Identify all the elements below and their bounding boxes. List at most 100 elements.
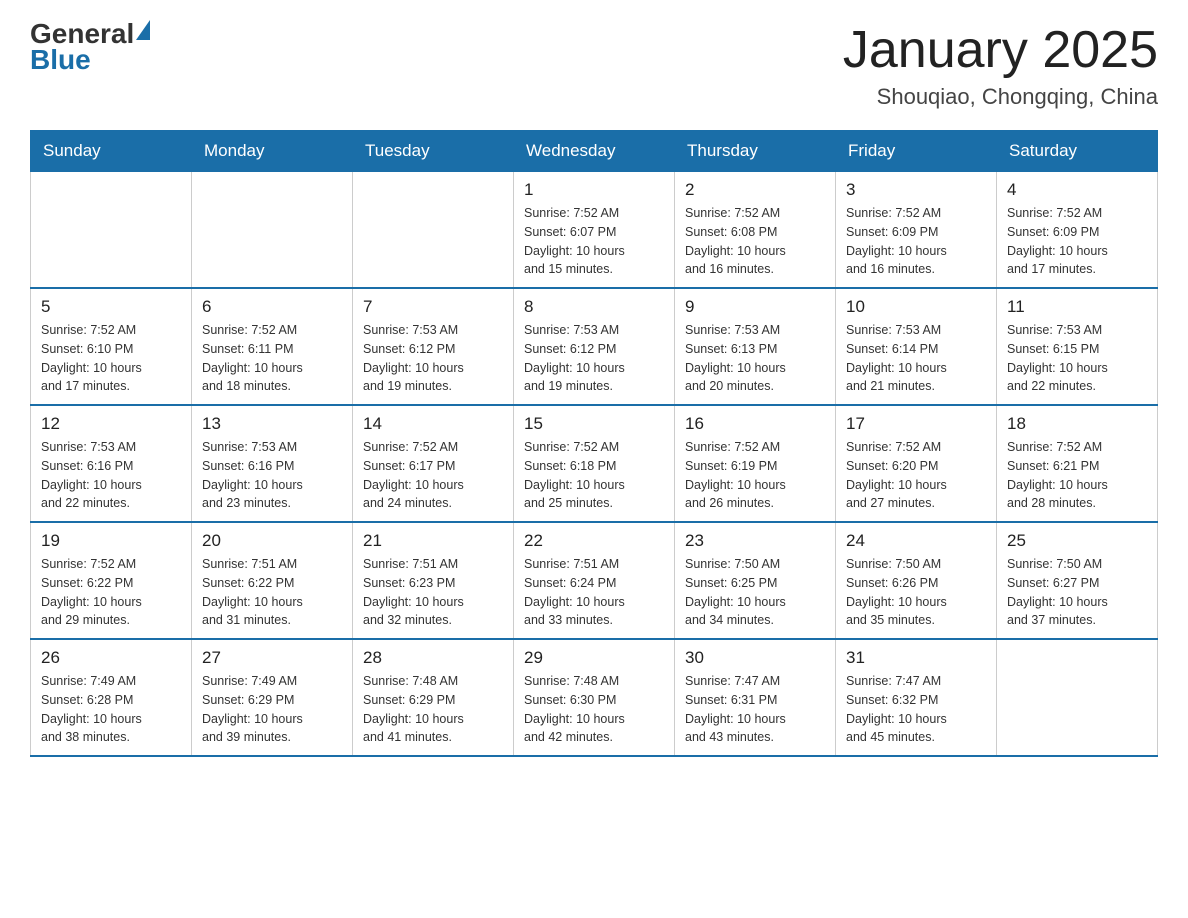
day-info: Sunrise: 7:52 AM Sunset: 6:22 PM Dayligh… — [41, 555, 181, 630]
day-info: Sunrise: 7:51 AM Sunset: 6:22 PM Dayligh… — [202, 555, 342, 630]
day-info: Sunrise: 7:52 AM Sunset: 6:09 PM Dayligh… — [1007, 204, 1147, 279]
page-header: General Blue January 2025 Shouqiao, Chon… — [30, 20, 1158, 110]
calendar-title: January 2025 — [843, 20, 1158, 80]
calendar-cell: 6 Sunrise: 7:52 AM Sunset: 6:11 PM Daylig… — [192, 288, 353, 405]
day-info: Sunrise: 7:52 AM Sunset: 6:18 PM Dayligh… — [524, 438, 664, 513]
weekday-header-friday: Friday — [836, 131, 997, 172]
day-info: Sunrise: 7:52 AM Sunset: 6:10 PM Dayligh… — [41, 321, 181, 396]
day-number: 1 — [524, 180, 664, 200]
day-info: Sunrise: 7:51 AM Sunset: 6:24 PM Dayligh… — [524, 555, 664, 630]
calendar-cell: 13Sunrise: 7:53 AM Sunset: 6:16 PM Dayli… — [192, 405, 353, 522]
day-number: 29 — [524, 648, 664, 668]
day-info: Sunrise: 7:47 AM Sunset: 6:32 PM Dayligh… — [846, 672, 986, 747]
calendar-cell: 2 Sunrise: 7:52 AM Sunset: 6:08 PM Daylig… — [675, 172, 836, 289]
calendar-cell: 3 Sunrise: 7:52 AM Sunset: 6:09 PM Daylig… — [836, 172, 997, 289]
day-info: Sunrise: 7:52 AM Sunset: 6:09 PM Dayligh… — [846, 204, 986, 279]
day-number: 11 — [1007, 297, 1147, 317]
calendar-cell: 30Sunrise: 7:47 AM Sunset: 6:31 PM Dayli… — [675, 639, 836, 756]
weekday-header-thursday: Thursday — [675, 131, 836, 172]
day-number: 3 — [846, 180, 986, 200]
day-number: 24 — [846, 531, 986, 551]
day-info: Sunrise: 7:53 AM Sunset: 6:12 PM Dayligh… — [524, 321, 664, 396]
calendar-cell: 19Sunrise: 7:52 AM Sunset: 6:22 PM Dayli… — [31, 522, 192, 639]
calendar-cell: 27 Sunrise: 7:49 AM Sunset: 6:29 PM Dayli… — [192, 639, 353, 756]
day-info: Sunrise: 7:53 AM Sunset: 6:16 PM Dayligh… — [41, 438, 181, 513]
calendar-cell: 18 Sunrise: 7:52 AM Sunset: 6:21 PM Dayli… — [997, 405, 1158, 522]
day-number: 18 — [1007, 414, 1147, 434]
calendar-cell: 14 Sunrise: 7:52 AM Sunset: 6:17 PM Dayli… — [353, 405, 514, 522]
day-info: Sunrise: 7:53 AM Sunset: 6:15 PM Dayligh… — [1007, 321, 1147, 396]
day-number: 25 — [1007, 531, 1147, 551]
calendar-cell: 11 Sunrise: 7:53 AM Sunset: 6:15 PM Dayli… — [997, 288, 1158, 405]
calendar-cell: 17 Sunrise: 7:52 AM Sunset: 6:20 PM Dayli… — [836, 405, 997, 522]
calendar-cell: 7 Sunrise: 7:53 AM Sunset: 6:12 PM Daylig… — [353, 288, 514, 405]
calendar-cell: 22 Sunrise: 7:51 AM Sunset: 6:24 PM Dayli… — [514, 522, 675, 639]
day-number: 20 — [202, 531, 342, 551]
calendar-cell: 25 Sunrise: 7:50 AM Sunset: 6:27 PM Dayli… — [997, 522, 1158, 639]
day-info: Sunrise: 7:53 AM Sunset: 6:14 PM Dayligh… — [846, 321, 986, 396]
calendar-cell: 24 Sunrise: 7:50 AM Sunset: 6:26 PM Dayli… — [836, 522, 997, 639]
day-info: Sunrise: 7:50 AM Sunset: 6:26 PM Dayligh… — [846, 555, 986, 630]
day-info: Sunrise: 7:52 AM Sunset: 6:20 PM Dayligh… — [846, 438, 986, 513]
title-block: January 2025 Shouqiao, Chongqing, China — [843, 20, 1158, 110]
day-number: 2 — [685, 180, 825, 200]
day-number: 27 — [202, 648, 342, 668]
calendar-table: SundayMondayTuesdayWednesdayThursdayFrid… — [30, 130, 1158, 757]
day-info: Sunrise: 7:53 AM Sunset: 6:12 PM Dayligh… — [363, 321, 503, 396]
day-number: 21 — [363, 531, 503, 551]
calendar-cell: 9Sunrise: 7:53 AM Sunset: 6:13 PM Daylig… — [675, 288, 836, 405]
calendar-week-row: 1 Sunrise: 7:52 AM Sunset: 6:07 PM Daylig… — [31, 172, 1158, 289]
calendar-cell: 10 Sunrise: 7:53 AM Sunset: 6:14 PM Dayli… — [836, 288, 997, 405]
day-info: Sunrise: 7:50 AM Sunset: 6:27 PM Dayligh… — [1007, 555, 1147, 630]
day-number: 14 — [363, 414, 503, 434]
calendar-subtitle: Shouqiao, Chongqing, China — [843, 84, 1158, 110]
day-number: 22 — [524, 531, 664, 551]
day-number: 30 — [685, 648, 825, 668]
day-number: 28 — [363, 648, 503, 668]
day-info: Sunrise: 7:52 AM Sunset: 6:08 PM Dayligh… — [685, 204, 825, 279]
calendar-week-row: 26Sunrise: 7:49 AM Sunset: 6:28 PM Dayli… — [31, 639, 1158, 756]
day-info: Sunrise: 7:48 AM Sunset: 6:30 PM Dayligh… — [524, 672, 664, 747]
calendar-week-row: 19Sunrise: 7:52 AM Sunset: 6:22 PM Dayli… — [31, 522, 1158, 639]
weekday-header-sunday: Sunday — [31, 131, 192, 172]
weekday-header-saturday: Saturday — [997, 131, 1158, 172]
day-number: 17 — [846, 414, 986, 434]
day-info: Sunrise: 7:52 AM Sunset: 6:19 PM Dayligh… — [685, 438, 825, 513]
day-number: 23 — [685, 531, 825, 551]
day-info: Sunrise: 7:51 AM Sunset: 6:23 PM Dayligh… — [363, 555, 503, 630]
calendar-cell: 21 Sunrise: 7:51 AM Sunset: 6:23 PM Dayli… — [353, 522, 514, 639]
day-number: 7 — [363, 297, 503, 317]
weekday-header-wednesday: Wednesday — [514, 131, 675, 172]
weekday-header-monday: Monday — [192, 131, 353, 172]
day-info: Sunrise: 7:50 AM Sunset: 6:25 PM Dayligh… — [685, 555, 825, 630]
day-info: Sunrise: 7:52 AM Sunset: 6:11 PM Dayligh… — [202, 321, 342, 396]
day-info: Sunrise: 7:49 AM Sunset: 6:29 PM Dayligh… — [202, 672, 342, 747]
calendar-week-row: 5Sunrise: 7:52 AM Sunset: 6:10 PM Daylig… — [31, 288, 1158, 405]
day-info: Sunrise: 7:52 AM Sunset: 6:21 PM Dayligh… — [1007, 438, 1147, 513]
calendar-cell: 4 Sunrise: 7:52 AM Sunset: 6:09 PM Daylig… — [997, 172, 1158, 289]
day-info: Sunrise: 7:52 AM Sunset: 6:17 PM Dayligh… — [363, 438, 503, 513]
calendar-cell: 5Sunrise: 7:52 AM Sunset: 6:10 PM Daylig… — [31, 288, 192, 405]
day-number: 4 — [1007, 180, 1147, 200]
weekday-header-row: SundayMondayTuesdayWednesdayThursdayFrid… — [31, 131, 1158, 172]
day-number: 31 — [846, 648, 986, 668]
calendar-cell: 1 Sunrise: 7:52 AM Sunset: 6:07 PM Daylig… — [514, 172, 675, 289]
day-info: Sunrise: 7:48 AM Sunset: 6:29 PM Dayligh… — [363, 672, 503, 747]
day-number: 12 — [41, 414, 181, 434]
calendar-cell: 16Sunrise: 7:52 AM Sunset: 6:19 PM Dayli… — [675, 405, 836, 522]
calendar-week-row: 12 Sunrise: 7:53 AM Sunset: 6:16 PM Dayli… — [31, 405, 1158, 522]
calendar-cell — [997, 639, 1158, 756]
day-number: 26 — [41, 648, 181, 668]
day-info: Sunrise: 7:52 AM Sunset: 6:07 PM Dayligh… — [524, 204, 664, 279]
day-info: Sunrise: 7:53 AM Sunset: 6:16 PM Dayligh… — [202, 438, 342, 513]
day-number: 10 — [846, 297, 986, 317]
calendar-cell: 15Sunrise: 7:52 AM Sunset: 6:18 PM Dayli… — [514, 405, 675, 522]
calendar-cell: 26Sunrise: 7:49 AM Sunset: 6:28 PM Dayli… — [31, 639, 192, 756]
day-info: Sunrise: 7:53 AM Sunset: 6:13 PM Dayligh… — [685, 321, 825, 396]
day-number: 8 — [524, 297, 664, 317]
calendar-cell: 28 Sunrise: 7:48 AM Sunset: 6:29 PM Dayli… — [353, 639, 514, 756]
calendar-cell: 8 Sunrise: 7:53 AM Sunset: 6:12 PM Daylig… — [514, 288, 675, 405]
calendar-cell: 31 Sunrise: 7:47 AM Sunset: 6:32 PM Dayli… — [836, 639, 997, 756]
day-number: 6 — [202, 297, 342, 317]
calendar-cell — [353, 172, 514, 289]
